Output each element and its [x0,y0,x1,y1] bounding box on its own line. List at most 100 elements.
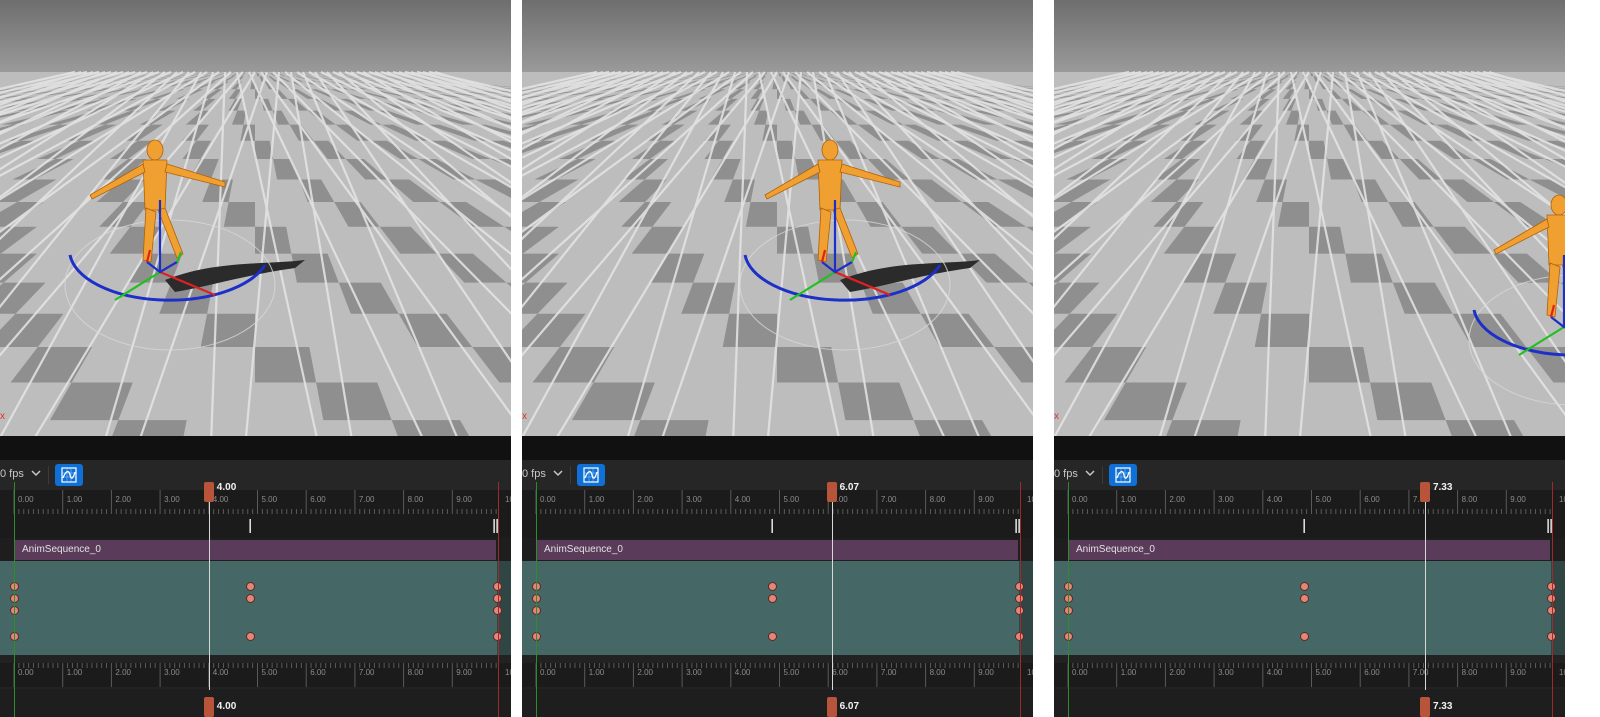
bottom-time-ruler[interactable]: 0.00 1.00 2.00 3.00 4.00 5.00 6.00 7.00 8.00 9.00… [522,663,1033,687]
ruler-tick-label: 3.00 [164,668,180,677]
ruler-tick-label: 0.00 [18,495,34,504]
ruler-tick-label: 6.00 [310,495,326,504]
bottom-time-ruler[interactable]: 0.00 1.00 2.00 3.00 4.00 5.00 6.00 7.00 8.00 9.00… [0,663,511,687]
ruler-tick-label: 2.00 [115,668,131,677]
anim-sequence-track[interactable]: AnimSequence_0 [1068,540,1551,560]
chevron-down-icon[interactable] [552,467,564,479]
ruler-tick-label: 7.00 [880,495,897,504]
ruler-tick-label: 3.00 [1218,668,1234,677]
playhead-time-top: 4.00 [216,482,237,493]
ruler-tick-label: 7.00 [358,495,375,504]
curve-area[interactable] [0,561,511,655]
section-track[interactable] [522,514,1033,538]
fps-dropdown-label[interactable]: 0 fps [522,468,546,480]
toolbar-separator [570,466,571,484]
playback-start-bound[interactable] [536,482,537,717]
time-ruler[interactable]: 0.001.002.003.004.005.006.007.008.009.00… [0,490,511,514]
viewport-divider [522,436,1033,460]
sequencer-panel-1: x 0 fps 0.00 1.00 2.00 3.00 4.00 5.00 6.00 7.00 8.… [0,0,511,717]
bottom-time-ruler[interactable]: 0.00 1.00 2.00 3.00 4.00 5.00 6.00 7.00 8.00 9.00… [1054,663,1565,687]
playback-end-bound[interactable] [1020,482,1022,717]
curve-editor-icon [583,467,599,483]
3d-viewport[interactable]: x [0,0,511,436]
sequencer-panel-3: x 0 fps 0.00 1.00 2.00 3.00 4.00 5.00 6.00 7.00 8.… [1054,0,1565,717]
ruler-tick-label: 4.00 [212,495,229,504]
anim-sequence-track[interactable]: AnimSequence_0 [14,540,497,560]
ruler-tick-label: 2.00 [637,495,653,504]
playhead-handle-bottom[interactable] [826,697,837,717]
ruler-tick-label: 4.00 [734,668,751,677]
ruler-tick-label: 10. [1559,668,1565,677]
fps-dropdown-label[interactable]: 0 fps [0,468,24,480]
axis-indicator: x [0,411,5,422]
playhead-time-bottom: 6.07 [839,701,860,712]
playhead-handle-bottom[interactable] [1419,697,1430,717]
playback-start-bound[interactable] [14,482,15,717]
curve-editor-button[interactable] [55,464,83,486]
playhead-handle-bottom[interactable] [203,697,214,717]
ruler-tick-label: 6.00 [832,668,848,677]
time-ruler[interactable]: 0.001.002.003.004.005.006.007.008.009.00… [1054,490,1565,514]
ruler-tick-label: 3.00 [686,495,702,504]
curve-editor-button[interactable] [1109,464,1137,486]
ruler-tick-label: 10. [1559,495,1565,504]
curve-area[interactable] [522,561,1033,655]
playhead-handle-top[interactable] [203,482,214,502]
ruler-tick-label: 3.00 [1218,495,1234,504]
playhead-time-bottom: 7.33 [1432,701,1453,712]
section-track[interactable] [1054,514,1565,538]
sequencer-toolbar: 0 fps [522,460,1033,490]
ruler-tick-label: 1.00 [66,668,83,677]
ruler-tick-label: 1.00 [1120,668,1137,677]
anim-sequence-label: AnimSequence_0 [1076,544,1155,555]
ruler-tick-label: 7.00 [358,668,375,677]
ruler-tick-label: 5.00 [783,495,800,504]
curve-editor-button[interactable] [577,464,605,486]
ruler-tick-label: 8.00 [407,668,424,677]
3d-viewport[interactable]: x [522,0,1033,436]
axis-indicator: x [1054,411,1059,422]
playhead-handle-top[interactable] [1419,482,1430,502]
ruler-tick-label: 6.00 [1364,495,1380,504]
anim-sequence-track[interactable]: AnimSequence_0 [536,540,1019,560]
ruler-tick-label: 9.00 [978,668,994,677]
playback-start-bound[interactable] [1068,482,1069,717]
ruler-tick-label: 5.00 [261,668,278,677]
chevron-down-icon[interactable] [30,467,42,479]
ruler-tick-label: 2.00 [115,495,131,504]
sequencer-panel-2: x 0 fps 0.00 1.00 2.00 3.00 4.00 5.00 6.00 7.00 8.… [522,0,1033,717]
3d-viewport[interactable]: x [1054,0,1565,436]
ruler-tick-label: 4.00 [734,495,751,504]
ruler-tick-label: 9.00 [1510,668,1526,677]
ruler-tick-label: 10. [505,668,511,677]
ruler-tick-label: 1.00 [588,495,605,504]
ruler-tick-label: 0.00 [1072,495,1088,504]
playback-end-bound[interactable] [498,482,500,717]
ruler-tick-label: 2.00 [1169,668,1185,677]
playhead-handle-top[interactable] [826,482,837,502]
sequencer-toolbar: 0 fps [1054,460,1565,490]
ruler-tick-label: 9.00 [1510,495,1526,504]
ruler-tick-label: 4.00 [1266,495,1283,504]
playback-end-bound[interactable] [1552,482,1554,717]
ruler-tick-label: 7.00 [880,668,897,677]
curve-area[interactable] [1054,561,1565,655]
viewport-divider [0,436,511,460]
ruler-tick-label: 0.00 [18,668,34,677]
fps-dropdown-label[interactable]: 0 fps [1054,468,1078,480]
ruler-tick-label: 5.00 [261,495,278,504]
axis-indicator: x [522,411,527,422]
ruler-tick-label: 8.00 [929,668,946,677]
ruler-tick-label: 10. [1027,668,1033,677]
sequencer-toolbar: 0 fps [0,460,511,490]
section-track[interactable] [0,514,511,538]
ruler-tick-label: 4.00 [212,668,229,677]
ruler-tick-label: 8.00 [929,495,946,504]
ruler-tick-label: 5.00 [783,668,800,677]
ruler-tick-label: 1.00 [66,495,83,504]
time-ruler[interactable]: 0.001.002.003.004.005.006.007.008.009.00… [522,490,1033,514]
curve-editor-icon [61,467,77,483]
curve-editor-icon [1115,467,1131,483]
chevron-down-icon[interactable] [1084,467,1096,479]
ruler-tick-label: 4.00 [1266,668,1283,677]
